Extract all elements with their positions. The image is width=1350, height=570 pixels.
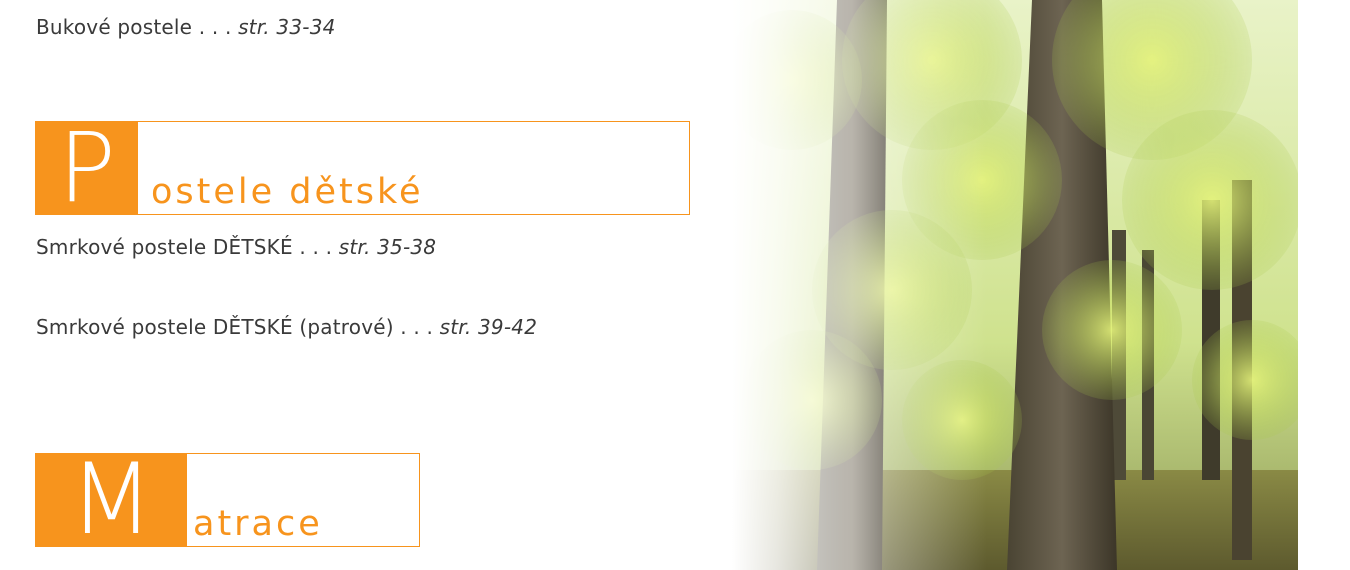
heading-text: atrace [193,504,323,544]
section-heading-matrace: M atrace [35,451,420,549]
toc-entry-page: str. 33-34 [238,15,336,39]
section-heading-postele-detske: P ostele dětské [35,120,690,216]
toc-entry-label: Bukové postele . . . [36,15,239,39]
heading-initial-letter: M [36,451,187,549]
toc-entry-smrkove-detske: Smrkové postele DĚTSKÉ . . . str. 35-38 [36,235,436,259]
heading-text: ostele dětské [151,172,424,212]
heading-initial-letter: P [36,120,138,216]
toc-entry-label: Smrkové postele DĚTSKÉ . . . [36,235,339,259]
toc-entry-bukove: Bukové postele . . . str. 33-34 [36,15,336,39]
forest-photo [732,0,1298,570]
toc-entry-smrkove-patrove: Smrkové postele DĚTSKÉ (patrové) . . . s… [36,315,537,339]
toc-entry-label: Smrkové postele DĚTSKÉ (patrové) . . . [36,315,440,339]
toc-entry-page: str. 39-42 [439,315,538,339]
toc-entry-page: str. 35-38 [338,235,437,259]
